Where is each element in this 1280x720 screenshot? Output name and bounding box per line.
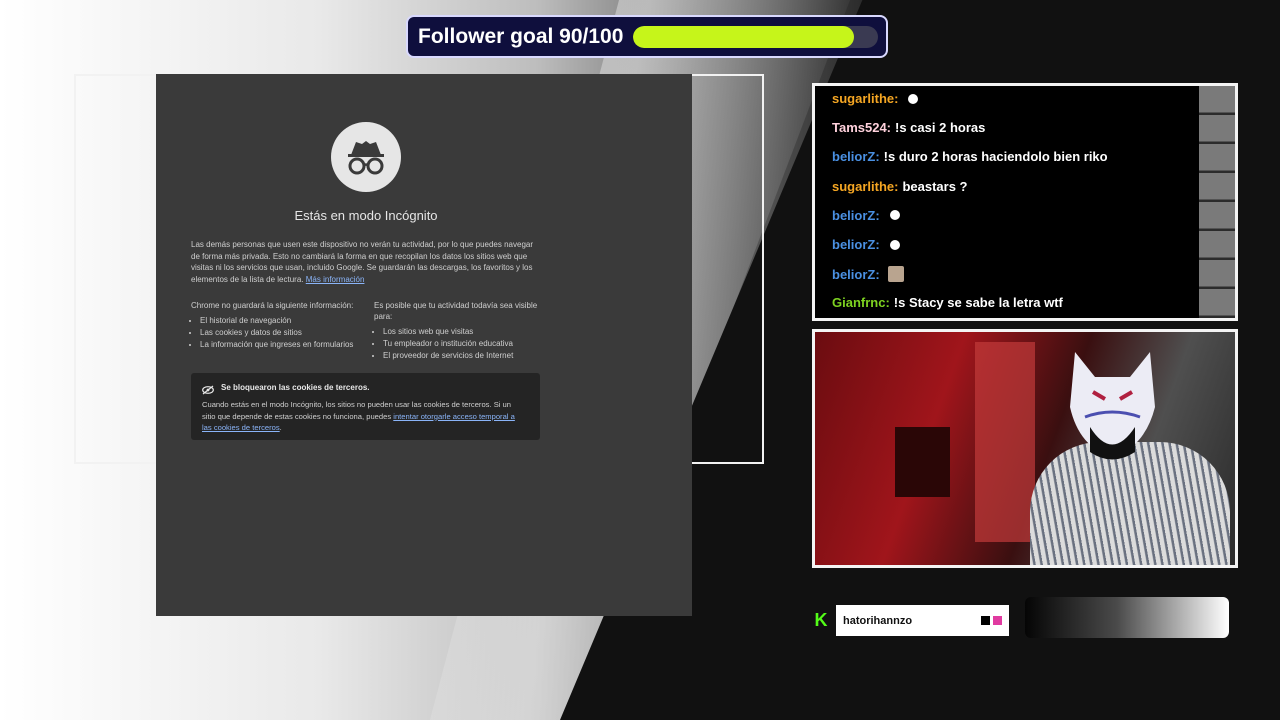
visible-to-list: Los sitios web que visitas Tu empleador …	[374, 326, 544, 361]
chat-username[interactable]: beliorZ:	[832, 237, 880, 252]
cookies-notice-title: Se bloquearon las cookies de terceros.	[221, 383, 370, 392]
gradient-panel	[1025, 597, 1229, 638]
follower-goal-label: Follower goal 90/100	[418, 24, 624, 48]
chat-message: sugarlithe: beastars ?	[832, 179, 968, 194]
list-item: Tu empleador o institución educativa	[383, 338, 544, 350]
chat-message: sugarlithe:	[832, 91, 919, 106]
chat-message: beliorZ:	[832, 237, 900, 252]
chat-panel: sugarlithe: Tams524: !s casi 2 horas belior…	[812, 83, 1238, 321]
visible-to-column: Es posible que tu actividad todavía sea …	[374, 300, 544, 361]
not-saved-title: Chrome no guardará la siguiente informac…	[191, 301, 354, 310]
incognito-title: Estás en modo Incógnito	[294, 208, 438, 223]
chat-username[interactable]: sugarlithe:	[832, 91, 898, 106]
list-item: El proveedor de servicios de Internet	[383, 350, 544, 362]
chat-message: beliorZ:	[832, 208, 900, 223]
chat-text: !s casi 2 horas	[895, 120, 986, 136]
chat-username[interactable]: beliorZ:	[832, 149, 880, 164]
emote-icon	[908, 93, 919, 104]
visible-to-title: Es posible que tu actividad todavía sea …	[374, 301, 538, 321]
chat-scroll-edge	[1199, 86, 1235, 318]
chat-username[interactable]: Tams524:	[832, 120, 891, 135]
follower-goal-progress-fill	[633, 25, 854, 48]
emote-image-icon	[887, 266, 904, 283]
chat-message: Gianfrnc: !s Stacy se sabe la letra wtf	[832, 295, 1063, 310]
list-item: El historial de navegación	[200, 315, 361, 327]
black-square-icon	[981, 616, 990, 625]
chat-message: beliorZ:	[832, 266, 904, 283]
third-party-cookies-notice: Se bloquearon las cookies de terceros. C…	[191, 373, 540, 440]
fox-mask-icon	[1070, 352, 1155, 460]
cookies-notice-text: Cuando estás en el modo Incógnito, los s…	[202, 399, 522, 434]
streamer-name-bar: K hatorihannzo	[806, 605, 1009, 636]
chat-message: Tams524: !s casi 2 horas	[832, 120, 985, 135]
kick-logo-icon: K	[806, 605, 836, 636]
not-saved-column: Chrome no guardará la siguiente informac…	[191, 300, 361, 350]
chat-username[interactable]: beliorZ:	[832, 208, 880, 223]
list-item: La información que ingreses en formulari…	[200, 339, 361, 351]
webcam-background-wall	[975, 342, 1035, 542]
chat-text: !s Stacy se sabe la letra wtf	[893, 295, 1063, 311]
follower-goal-track	[633, 25, 878, 48]
chat-text: beastars ?	[902, 178, 968, 194]
chat-message: beliorZ: !s duro 2 horas haciendolo bien …	[832, 149, 1108, 164]
not-saved-list: El historial de navegación Las cookies y…	[191, 315, 361, 350]
follower-goal-widget: Follower goal 90/100	[406, 15, 888, 58]
chat-username[interactable]: beliorZ:	[832, 267, 880, 282]
chat-username[interactable]: sugarlithe:	[832, 179, 898, 194]
eye-off-icon	[202, 382, 214, 400]
cookies-notice-end: .	[279, 423, 282, 432]
emote-icon	[889, 239, 900, 250]
streamer-username: hatorihannzo	[843, 614, 913, 627]
list-item: Las cookies y datos de sitios	[200, 327, 361, 339]
incognito-icon	[331, 122, 401, 192]
incognito-browser-page: Estás en modo Incógnito Las demás person…	[156, 74, 692, 616]
chat-username[interactable]: Gianfrnc:	[832, 295, 890, 310]
list-item: Los sitios web que visitas	[383, 326, 544, 338]
more-info-link[interactable]: Más información	[306, 275, 365, 284]
emote-icon	[889, 210, 900, 221]
incognito-intro-text: Las demás personas que usen este disposi…	[191, 239, 536, 285]
pink-square-icon	[993, 616, 1002, 625]
webcam-feed	[812, 329, 1238, 568]
webcam-poster	[895, 427, 950, 497]
chat-text: !s duro 2 horas haciendolo bien riko	[883, 149, 1108, 165]
